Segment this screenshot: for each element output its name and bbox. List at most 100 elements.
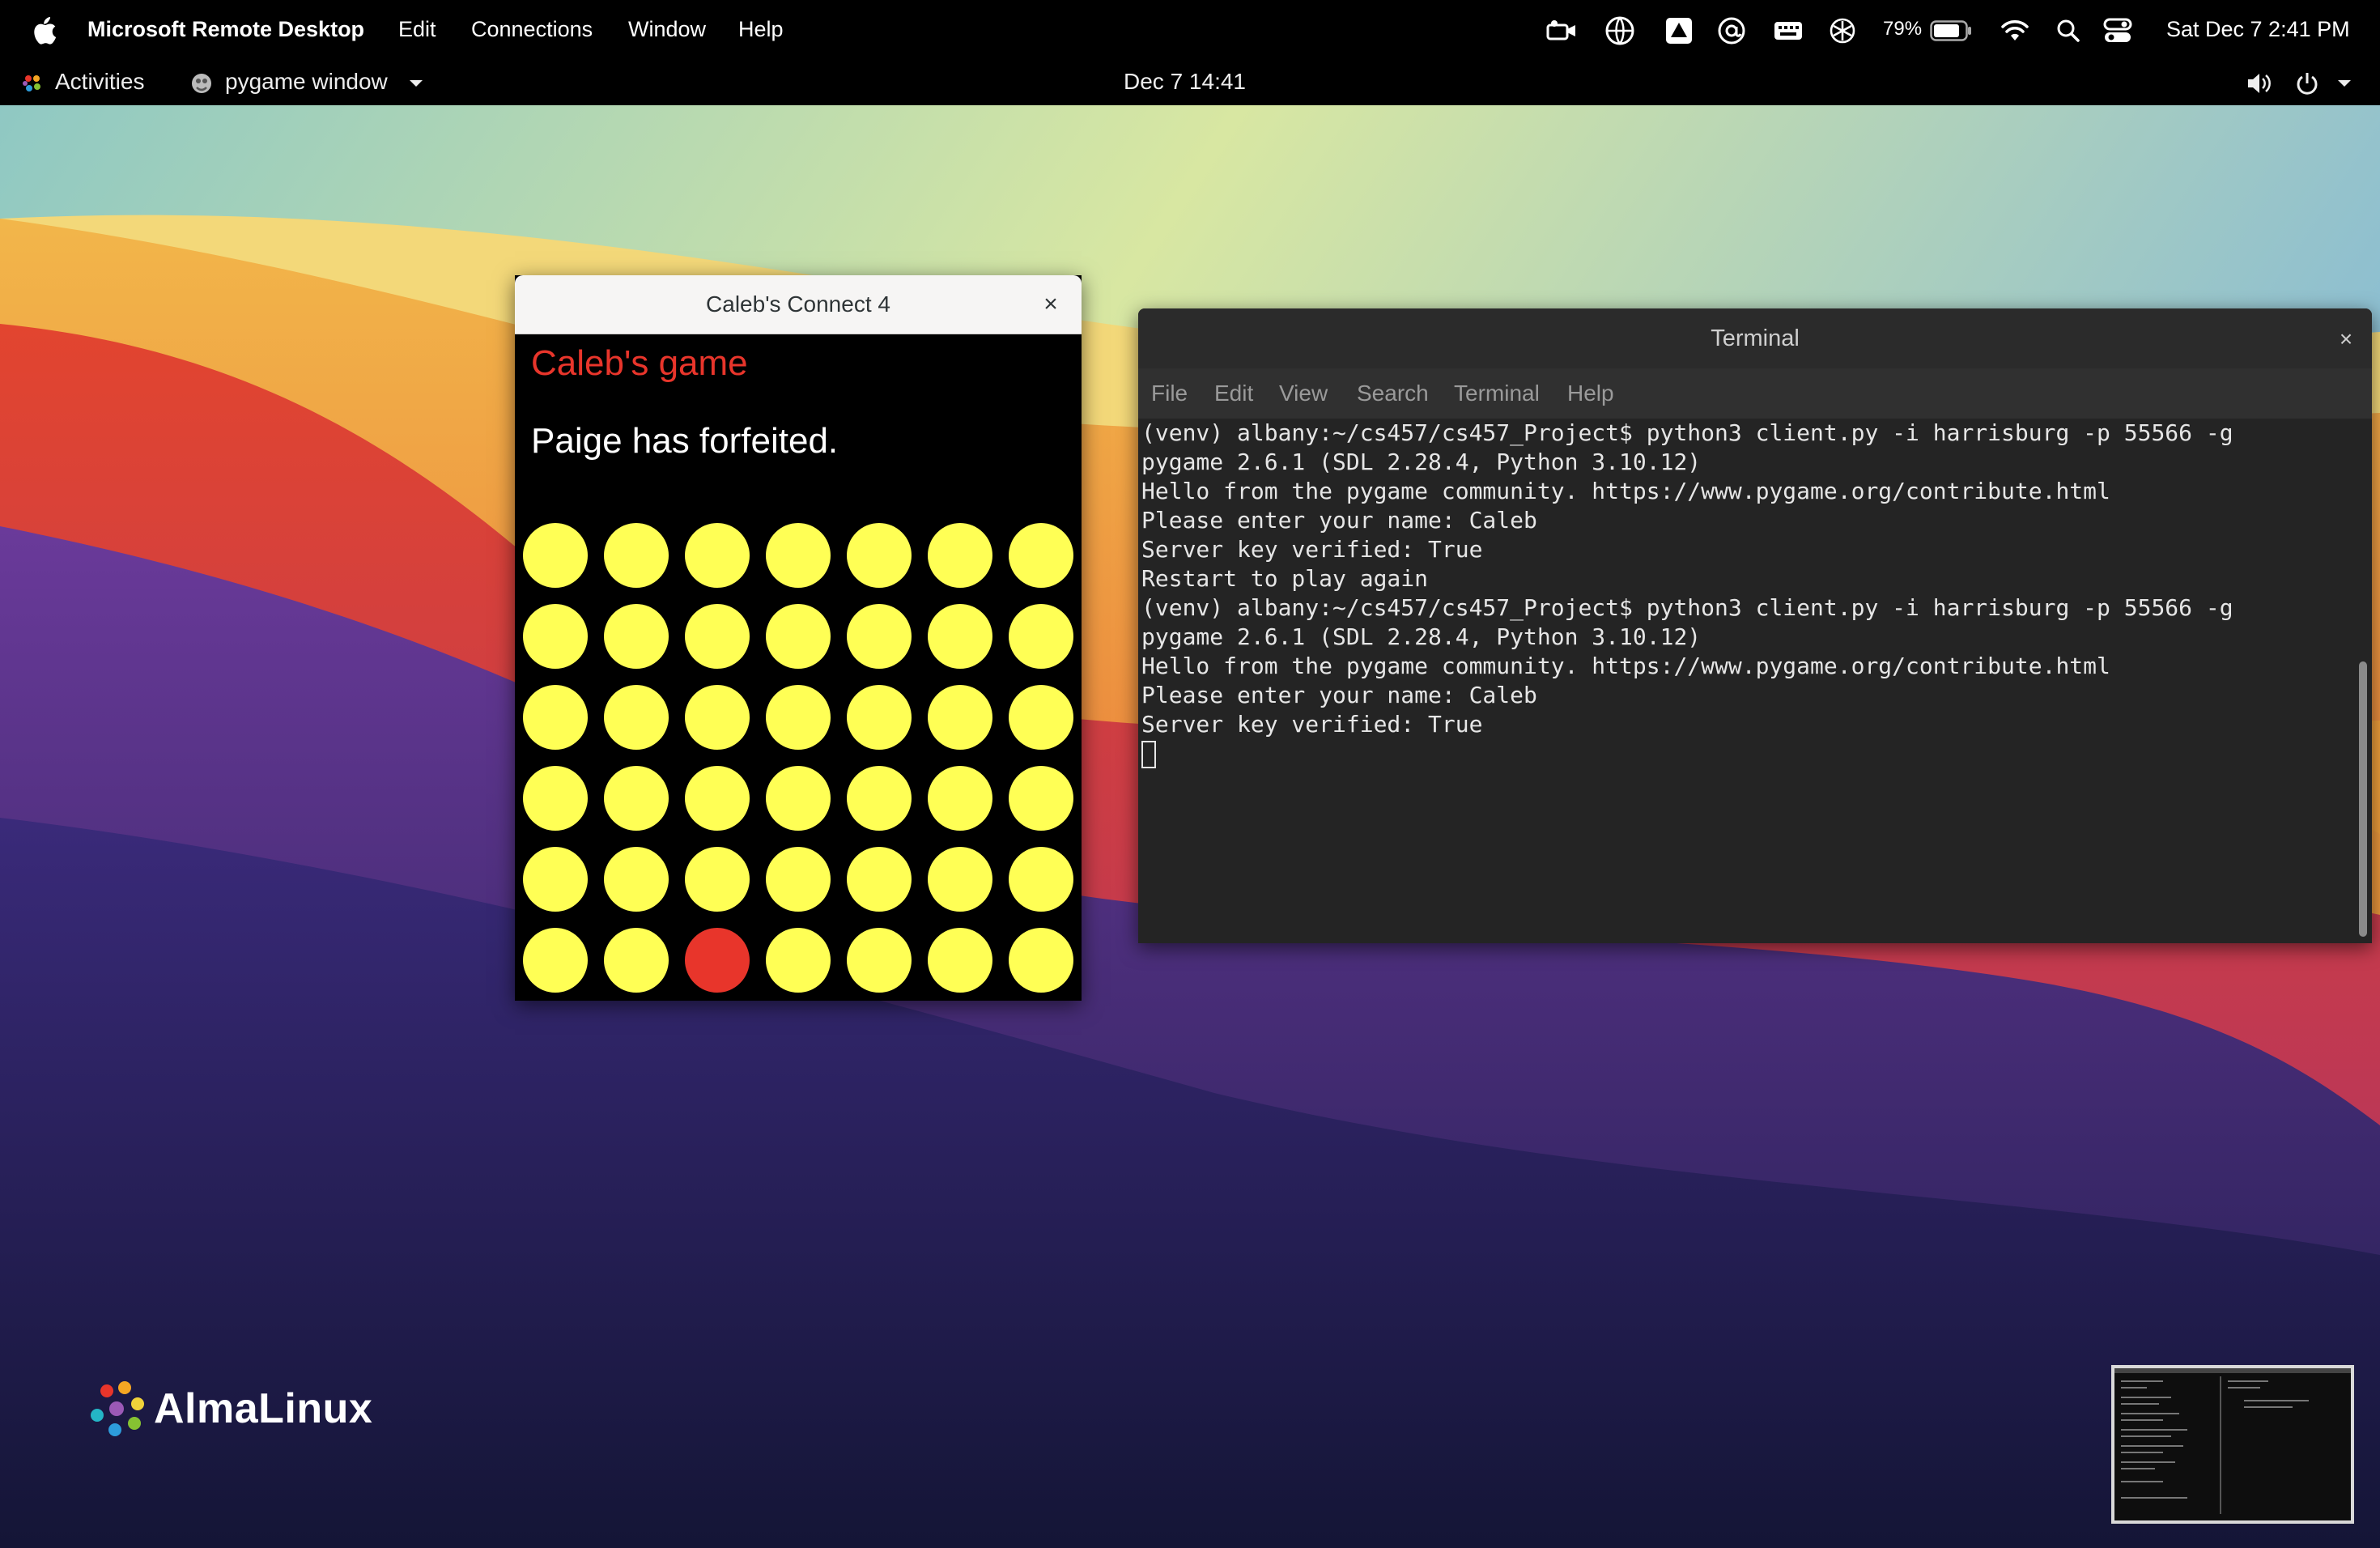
empty-slot[interactable] <box>604 523 669 588</box>
empty-slot[interactable] <box>766 766 831 831</box>
vpn-globe-icon[interactable] <box>1604 0 1635 58</box>
empty-slot[interactable] <box>685 766 750 831</box>
red-disc[interactable] <box>685 928 750 993</box>
empty-slot[interactable] <box>928 523 992 588</box>
empty-slot[interactable] <box>847 685 912 750</box>
terminal-cursor <box>1141 741 1156 768</box>
empty-slot[interactable] <box>1009 523 1073 588</box>
empty-slot[interactable] <box>604 685 669 750</box>
terminal-line: Server key verified: True <box>1141 711 1483 738</box>
menu-help[interactable]: Help <box>1567 368 1614 419</box>
keyboard-icon[interactable] <box>1773 0 1804 58</box>
empty-slot[interactable] <box>523 523 588 588</box>
empty-slot[interactable] <box>847 847 912 912</box>
menu-window[interactable]: Window <box>628 0 706 58</box>
empty-slot[interactable] <box>685 523 750 588</box>
activities-button[interactable]: Activities <box>55 58 144 105</box>
app-name-menu[interactable]: Microsoft Remote Desktop <box>87 0 364 58</box>
empty-slot[interactable] <box>766 928 831 993</box>
menu-help[interactable]: Help <box>738 0 784 58</box>
battery-percent: 79% <box>1883 18 1923 40</box>
empty-slot[interactable] <box>766 847 831 912</box>
system-menu-chevron-down-icon[interactable] <box>2336 58 2352 105</box>
empty-slot[interactable] <box>928 604 992 669</box>
wifi-icon[interactable] <box>2000 0 2030 58</box>
empty-slot[interactable] <box>685 847 750 912</box>
close-icon[interactable]: × <box>1033 287 1069 322</box>
terminal-titlebar[interactable]: Terminal × <box>1138 308 2372 369</box>
menu-edit[interactable]: Edit <box>1214 368 1253 419</box>
terminal-window[interactable]: Terminal × File Edit View Search Termina… <box>1138 308 2372 943</box>
game-title: Caleb's game <box>531 343 748 383</box>
empty-slot[interactable] <box>847 766 912 831</box>
empty-slot[interactable] <box>847 928 912 993</box>
pygame-window[interactable]: Caleb's Connect 4 × Caleb's game Paige h… <box>515 275 1082 1001</box>
empty-slot[interactable] <box>1009 766 1073 831</box>
menubar-clock[interactable]: Sat Dec 7 2:41 PM <box>2166 0 2350 58</box>
control-center-icon[interactable] <box>2103 0 2132 58</box>
empty-slot[interactable] <box>604 847 669 912</box>
empty-slot[interactable] <box>1009 604 1073 669</box>
almalinux-logo-text: AlmaLinux <box>154 1385 373 1432</box>
terminal-line: Hello from the pygame community. https:/… <box>1141 478 2110 504</box>
terminal-menubar: File Edit View Search Terminal Help <box>1138 368 2372 419</box>
drive-icon[interactable] <box>1664 0 1694 58</box>
empty-slot[interactable] <box>766 685 831 750</box>
pygame-titlebar[interactable]: Caleb's Connect 4 × <box>515 275 1082 334</box>
terminal-line: Please enter your name: Caleb <box>1141 507 1537 534</box>
terminal-line: pygame 2.6.1 (SDL 2.28.4, Python 3.10.12… <box>1141 623 1702 650</box>
empty-slot[interactable] <box>523 928 588 993</box>
empty-slot[interactable] <box>766 523 831 588</box>
empty-slot[interactable] <box>523 604 588 669</box>
apple-menu-icon[interactable] <box>32 0 57 58</box>
connect4-board[interactable] <box>515 515 1082 1001</box>
video-effects-icon[interactable] <box>1546 0 1579 58</box>
terminal-output[interactable]: (venv) albany:~/cs457/cs457_Project$ pyt… <box>1138 419 2356 943</box>
empty-slot[interactable] <box>1009 847 1073 912</box>
terminal-line: Please enter your name: Caleb <box>1141 682 1537 708</box>
empty-slot[interactable] <box>1009 928 1073 993</box>
empty-slot[interactable] <box>1009 685 1073 750</box>
empty-slot[interactable] <box>766 604 831 669</box>
volume-icon[interactable] <box>2246 58 2273 105</box>
workspace-thumbnail[interactable] <box>2111 1365 2354 1524</box>
terminal-line: pygame 2.6.1 (SDL 2.28.4, Python 3.10.12… <box>1141 449 1702 475</box>
empty-slot[interactable] <box>685 604 750 669</box>
empty-slot[interactable] <box>847 523 912 588</box>
almalinux-logo: AlmaLinux <box>87 1376 395 1441</box>
menu-file[interactable]: File <box>1151 368 1188 419</box>
app-menu-button[interactable]: pygame window <box>225 58 388 105</box>
menu-view[interactable]: View <box>1279 368 1328 419</box>
close-icon[interactable]: × <box>2330 323 2362 355</box>
menu-terminal[interactable]: Terminal <box>1454 368 1540 419</box>
at-sign-icon[interactable] <box>1716 0 1747 58</box>
empty-slot[interactable] <box>604 928 669 993</box>
terminal-line: Hello from the pygame community. https:/… <box>1141 653 2110 679</box>
empty-slot[interactable] <box>523 685 588 750</box>
power-icon[interactable] <box>2294 58 2320 105</box>
app-menu-chevron-down-icon[interactable] <box>408 58 424 105</box>
empty-slot[interactable] <box>604 604 669 669</box>
empty-slot[interactable] <box>928 847 992 912</box>
terminal-line: (venv) albany:~/cs457/cs457_Project$ pyt… <box>1141 419 2233 446</box>
terminal-scrollbar-thumb[interactable] <box>2359 661 2367 937</box>
terminal-line: Server key verified: True <box>1141 536 1483 563</box>
empty-slot[interactable] <box>604 766 669 831</box>
menu-connections[interactable]: Connections <box>471 0 593 58</box>
chatgpt-icon[interactable] <box>1828 0 1857 58</box>
empty-slot[interactable] <box>928 766 992 831</box>
battery-icon[interactable] <box>1930 0 1972 58</box>
empty-slot[interactable] <box>847 604 912 669</box>
menu-edit[interactable]: Edit <box>398 0 436 58</box>
empty-slot[interactable] <box>523 847 588 912</box>
empty-slot[interactable] <box>928 928 992 993</box>
empty-slot[interactable] <box>685 685 750 750</box>
almalinux-activities-icon <box>21 58 44 105</box>
empty-slot[interactable] <box>928 685 992 750</box>
macos-menu-bar: Microsoft Remote Desktop Edit Connection… <box>0 0 2380 58</box>
empty-slot[interactable] <box>523 766 588 831</box>
spotlight-search-icon[interactable] <box>2056 0 2080 58</box>
gnome-clock[interactable]: Dec 7 14:41 <box>1124 58 1246 105</box>
window-title: Caleb's Connect 4 <box>706 291 890 317</box>
menu-search[interactable]: Search <box>1357 368 1429 419</box>
